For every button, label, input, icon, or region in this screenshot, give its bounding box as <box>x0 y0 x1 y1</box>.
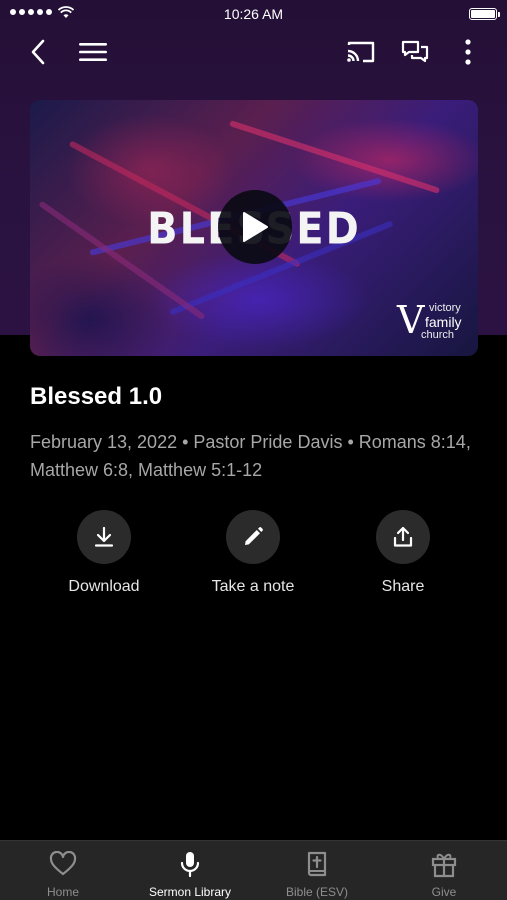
more-vertical-icon <box>465 39 471 65</box>
cast-icon <box>347 41 375 63</box>
more-options-button[interactable] <box>450 34 486 70</box>
bottom-tab-bar: Home Sermon Library Bible (ESV) Give <box>0 840 507 900</box>
take-note-button[interactable]: Take a note <box>183 510 323 596</box>
sermon-video-player[interactable]: BLESSED V victory family church <box>30 100 478 356</box>
microphone-icon <box>180 852 200 878</box>
gift-icon <box>431 853 457 878</box>
tab-sermon-library[interactable]: Sermon Library <box>127 849 253 899</box>
battery-icon <box>469 8 500 20</box>
pencil-icon <box>245 527 263 545</box>
church-logo: V victory family church <box>397 298 462 342</box>
download-button[interactable]: Download <box>34 510 174 596</box>
play-button[interactable] <box>218 190 292 264</box>
chevron-left-icon <box>31 39 45 65</box>
download-label: Download <box>68 578 140 595</box>
back-button[interactable] <box>20 34 56 70</box>
chat-button[interactable] <box>397 34 433 70</box>
cast-button[interactable] <box>343 34 379 70</box>
bible-icon <box>307 851 327 877</box>
sermon-title: Blessed 1.0 <box>30 383 163 410</box>
hamburger-menu-icon <box>79 43 107 61</box>
tab-give[interactable]: Give <box>381 849 507 899</box>
sermon-meta: February 13, 2022 • Pastor Pride Davis •… <box>30 432 471 480</box>
share-icon <box>393 526 413 547</box>
play-icon <box>243 212 268 242</box>
share-button[interactable]: Share <box>333 510 473 596</box>
chat-bubbles-icon <box>401 40 429 63</box>
menu-button[interactable] <box>75 34 111 70</box>
take-note-label: Take a note <box>211 578 295 595</box>
status-bar: 10:26 AM <box>0 0 507 28</box>
status-time: 10:26 AM <box>223 6 284 22</box>
tab-bible[interactable]: Bible (ESV) <box>254 849 380 899</box>
heart-icon <box>49 851 77 876</box>
download-icon <box>94 526 114 547</box>
tab-home[interactable]: Home <box>0 849 126 899</box>
share-label: Share <box>381 578 425 595</box>
